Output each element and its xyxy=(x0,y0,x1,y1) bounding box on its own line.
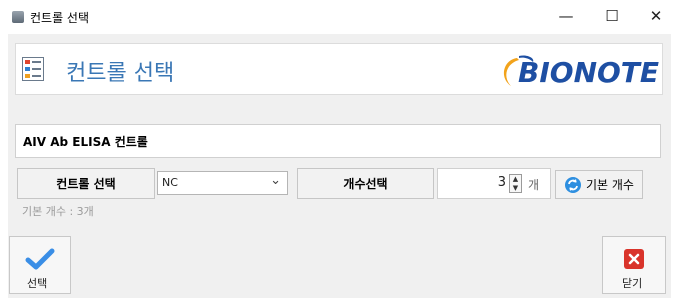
count-select-button[interactable]: 개수선택 xyxy=(297,168,434,199)
control-select-button[interactable]: 컨트롤 선택 xyxy=(17,168,155,199)
close-x-icon xyxy=(624,249,644,269)
default-count-button[interactable]: 기본 개수 xyxy=(555,170,643,199)
default-count-label: 기본 개수 xyxy=(586,178,634,192)
close-window-button[interactable]: ✕ xyxy=(633,0,679,32)
kit-name-text: AIV Ab ELISA 컨트롤 xyxy=(23,135,148,149)
app-icon xyxy=(12,11,24,23)
close-dialog-label: 닫기 xyxy=(622,277,643,290)
window-title: 컨트롤 선택 xyxy=(30,11,90,25)
maximize-button[interactable]: ☐ xyxy=(589,0,635,32)
control-dropdown-value: NC xyxy=(162,176,178,189)
minimize-button[interactable]: — xyxy=(543,0,589,32)
page-title: 컨트롤 선택 xyxy=(66,61,175,86)
control-dropdown[interactable]: NC ⌄ xyxy=(157,171,288,195)
logo-text: BIONOTE xyxy=(518,56,660,89)
select-confirm-label: 선택 xyxy=(27,277,48,290)
refresh-icon xyxy=(565,176,581,193)
count-spinner[interactable]: ▲ ▼ xyxy=(509,174,522,193)
list-icon xyxy=(22,57,44,81)
default-count-text: 기본 개수 : 3개 xyxy=(22,205,94,218)
count-value[interactable]: 3 xyxy=(440,175,506,190)
checkmark-icon xyxy=(25,248,55,270)
chevron-down-icon: ⌄ xyxy=(270,173,281,188)
count-unit: 개 xyxy=(528,178,540,192)
